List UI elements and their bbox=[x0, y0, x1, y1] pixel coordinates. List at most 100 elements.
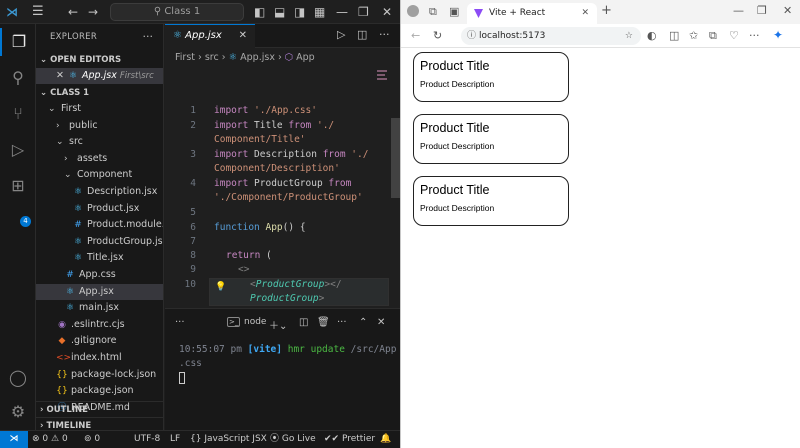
close-panel-icon[interactable]: ✕ bbox=[377, 317, 385, 328]
collections-icon[interactable]: ⧉ bbox=[709, 29, 717, 43]
browser-tab-vite-react[interactable]: Vite + React ✕ bbox=[467, 3, 597, 24]
forward-arrow-icon[interactable]: → bbox=[88, 4, 98, 20]
code-editor[interactable]: 12345678910111213 💡 import './App.css' i… bbox=[165, 68, 400, 348]
tree-item[interactable]: <> index.html bbox=[36, 350, 163, 366]
tree-item[interactable]: ⌄ First bbox=[36, 101, 163, 117]
tree-item[interactable]: ⚛ App.jsx bbox=[36, 283, 163, 300]
extensions-icon[interactable]: ⊞ bbox=[0, 172, 36, 200]
scrollbar-thumb[interactable] bbox=[391, 118, 400, 198]
toggle-panel-icon[interactable]: ⬓ bbox=[274, 4, 285, 20]
trash-icon[interactable]: 🗑 bbox=[317, 317, 330, 328]
tree-item[interactable]: {} package.json bbox=[36, 383, 163, 399]
settings-more-icon[interactable]: ··· bbox=[749, 29, 760, 43]
split-screen-icon[interactable]: ◫ bbox=[669, 29, 679, 43]
split-editor-icon[interactable]: ◫ bbox=[357, 28, 367, 41]
tree-item[interactable]: # App.css bbox=[36, 267, 163, 283]
tree-item[interactable]: ◆ .gitignore bbox=[36, 333, 163, 349]
refresh-icon[interactable]: ↻ bbox=[433, 29, 442, 43]
more-views-icon[interactable]: ··· bbox=[175, 317, 185, 328]
account-icon[interactable]: ◯ bbox=[0, 364, 36, 392]
search-view-icon[interactable]: ⚲ bbox=[0, 64, 36, 92]
extension-icon[interactable]: ◐ bbox=[647, 29, 657, 43]
editor-tab-app-jsx[interactable]: ⚛ App.jsx ✕ bbox=[165, 24, 255, 48]
tree-item[interactable]: ⚛ ProductGroup.jsx bbox=[36, 234, 163, 250]
tree-item[interactable]: {} package-lock.json bbox=[36, 367, 163, 383]
split-terminal-icon[interactable]: ◫ bbox=[299, 317, 308, 328]
toggle-sidebar-icon[interactable]: ◧ bbox=[254, 4, 265, 20]
maximize-panel-icon[interactable]: ⌃ bbox=[359, 317, 367, 328]
breadcrumb-item[interactable]: First bbox=[175, 52, 195, 63]
tab-actions-icon[interactable]: ▣ bbox=[449, 5, 459, 19]
remote-indicator-icon[interactable]: ⋊ bbox=[0, 431, 28, 448]
toggle-secondary-sidebar-icon[interactable]: ◨ bbox=[294, 4, 305, 20]
open-editor-item[interactable]: ✕ ⚛ App.jsx First\src bbox=[36, 68, 163, 84]
editor-scrollbar[interactable] bbox=[391, 68, 400, 308]
new-terminal-icon[interactable]: ＋⌄ bbox=[269, 317, 287, 332]
back-arrow-icon[interactable]: ← bbox=[68, 4, 78, 20]
go-live-button[interactable]: ⦿ Go Live bbox=[270, 431, 316, 448]
terminal-cursor bbox=[179, 371, 185, 384]
profile-avatar[interactable] bbox=[407, 5, 419, 17]
close-tab-icon[interactable]: ✕ bbox=[239, 25, 247, 47]
menu-icon[interactable]: ☰ bbox=[32, 4, 44, 20]
search-icon: ⚲ bbox=[153, 6, 162, 17]
run-debug-icon[interactable]: ▷ bbox=[0, 136, 36, 164]
tree-item[interactable]: ⌄ Component bbox=[36, 167, 163, 183]
copilot-icon[interactable]: ✦ bbox=[773, 28, 783, 42]
command-center[interactable]: ⚲ Class 1 bbox=[110, 3, 244, 21]
minimize-icon[interactable]: — bbox=[733, 4, 744, 18]
tree-item[interactable]: ⌄ src bbox=[36, 134, 163, 150]
browser-essentials-icon[interactable]: ♡ bbox=[729, 29, 739, 43]
problems-indicator[interactable]: ⊗ 0 ⚠ 0 bbox=[32, 431, 68, 448]
restore-icon[interactable]: ❐ bbox=[358, 4, 369, 20]
tree-item-label: public bbox=[66, 119, 98, 131]
favorites-icon[interactable]: ✩ bbox=[689, 29, 698, 43]
tree-item[interactable]: ◉ .eslintrc.cjs bbox=[36, 317, 163, 333]
terminal-name[interactable]: node bbox=[244, 317, 266, 327]
ports-indicator[interactable]: ⊚ 0 bbox=[84, 431, 100, 448]
explorer-icon[interactable]: ❐ bbox=[0, 28, 36, 56]
line-ending[interactable]: LF bbox=[170, 431, 180, 448]
breadcrumb-item[interactable]: App.jsx bbox=[240, 52, 275, 63]
more-actions-icon[interactable]: ··· bbox=[379, 28, 390, 41]
tree-item[interactable]: › public bbox=[36, 118, 163, 134]
workspace-section[interactable]: ⌄ CLASS 1 bbox=[36, 85, 163, 101]
breadcrumb-item[interactable]: App bbox=[296, 52, 315, 63]
minimize-icon[interactable]: — bbox=[336, 4, 348, 20]
terminal-output[interactable]: 10:55:07 pm [vite] hmr update /src/App .… bbox=[179, 343, 396, 385]
language-mode[interactable]: {} JavaScript JSX bbox=[190, 431, 267, 448]
notifications-bell-icon[interactable]: 🔔 bbox=[380, 431, 391, 448]
address-bar[interactable]: ⓘ localhost:5173 ☆ bbox=[461, 27, 641, 45]
more-actions-icon[interactable]: ··· bbox=[143, 30, 154, 43]
tree-item[interactable]: › assets bbox=[36, 151, 163, 167]
tree-item[interactable]: # Product.module.css bbox=[36, 217, 163, 233]
editor-group: ⚛ App.jsx ✕ ▷ ◫ ··· First › src › ⚛ App.… bbox=[165, 24, 400, 348]
prettier-status[interactable]: ✔✔ Prettier bbox=[324, 431, 375, 448]
more-actions-icon[interactable]: ··· bbox=[337, 317, 347, 328]
timeline-section[interactable]: › TIMELINE bbox=[36, 417, 163, 430]
minimap[interactable] bbox=[377, 68, 389, 128]
breadcrumb-item[interactable]: src bbox=[205, 52, 219, 63]
source-control-icon[interactable]: ⑂ bbox=[0, 100, 36, 128]
lightbulb-icon[interactable]: 💡 bbox=[215, 282, 226, 292]
manage-gear-icon[interactable]: ⚙ bbox=[0, 398, 36, 426]
close-tab-icon[interactable]: ✕ bbox=[581, 3, 589, 23]
open-editors-section[interactable]: ⌄ OPEN EDITORS bbox=[36, 52, 163, 68]
close-window-icon[interactable]: ✕ bbox=[382, 4, 392, 20]
tree-item[interactable]: ⚛ Title.jsx bbox=[36, 250, 163, 266]
close-icon[interactable]: ✕ bbox=[56, 70, 64, 81]
run-icon[interactable]: ▷ bbox=[337, 28, 345, 41]
encoding[interactable]: UTF-8 bbox=[134, 431, 160, 448]
tree-item[interactable]: ⚛ Description.jsx bbox=[36, 184, 163, 200]
tree-item[interactable]: ⚛ Product.jsx bbox=[36, 201, 163, 217]
workspaces-icon[interactable]: ⧉ bbox=[429, 5, 437, 19]
tree-item[interactable]: ⚛ main.jsx bbox=[36, 300, 163, 316]
close-window-icon[interactable]: ✕ bbox=[783, 4, 792, 18]
back-arrow-icon[interactable]: ← bbox=[411, 29, 420, 43]
favorite-star-icon[interactable]: ☆ bbox=[625, 27, 633, 45]
outline-section[interactable]: › OUTLINE bbox=[36, 401, 163, 417]
restore-icon[interactable]: ❐ bbox=[757, 4, 767, 18]
customize-layout-icon[interactable]: ▦ bbox=[314, 4, 325, 20]
site-info-icon[interactable]: ⓘ bbox=[467, 27, 476, 45]
new-tab-icon[interactable]: + bbox=[601, 4, 612, 18]
